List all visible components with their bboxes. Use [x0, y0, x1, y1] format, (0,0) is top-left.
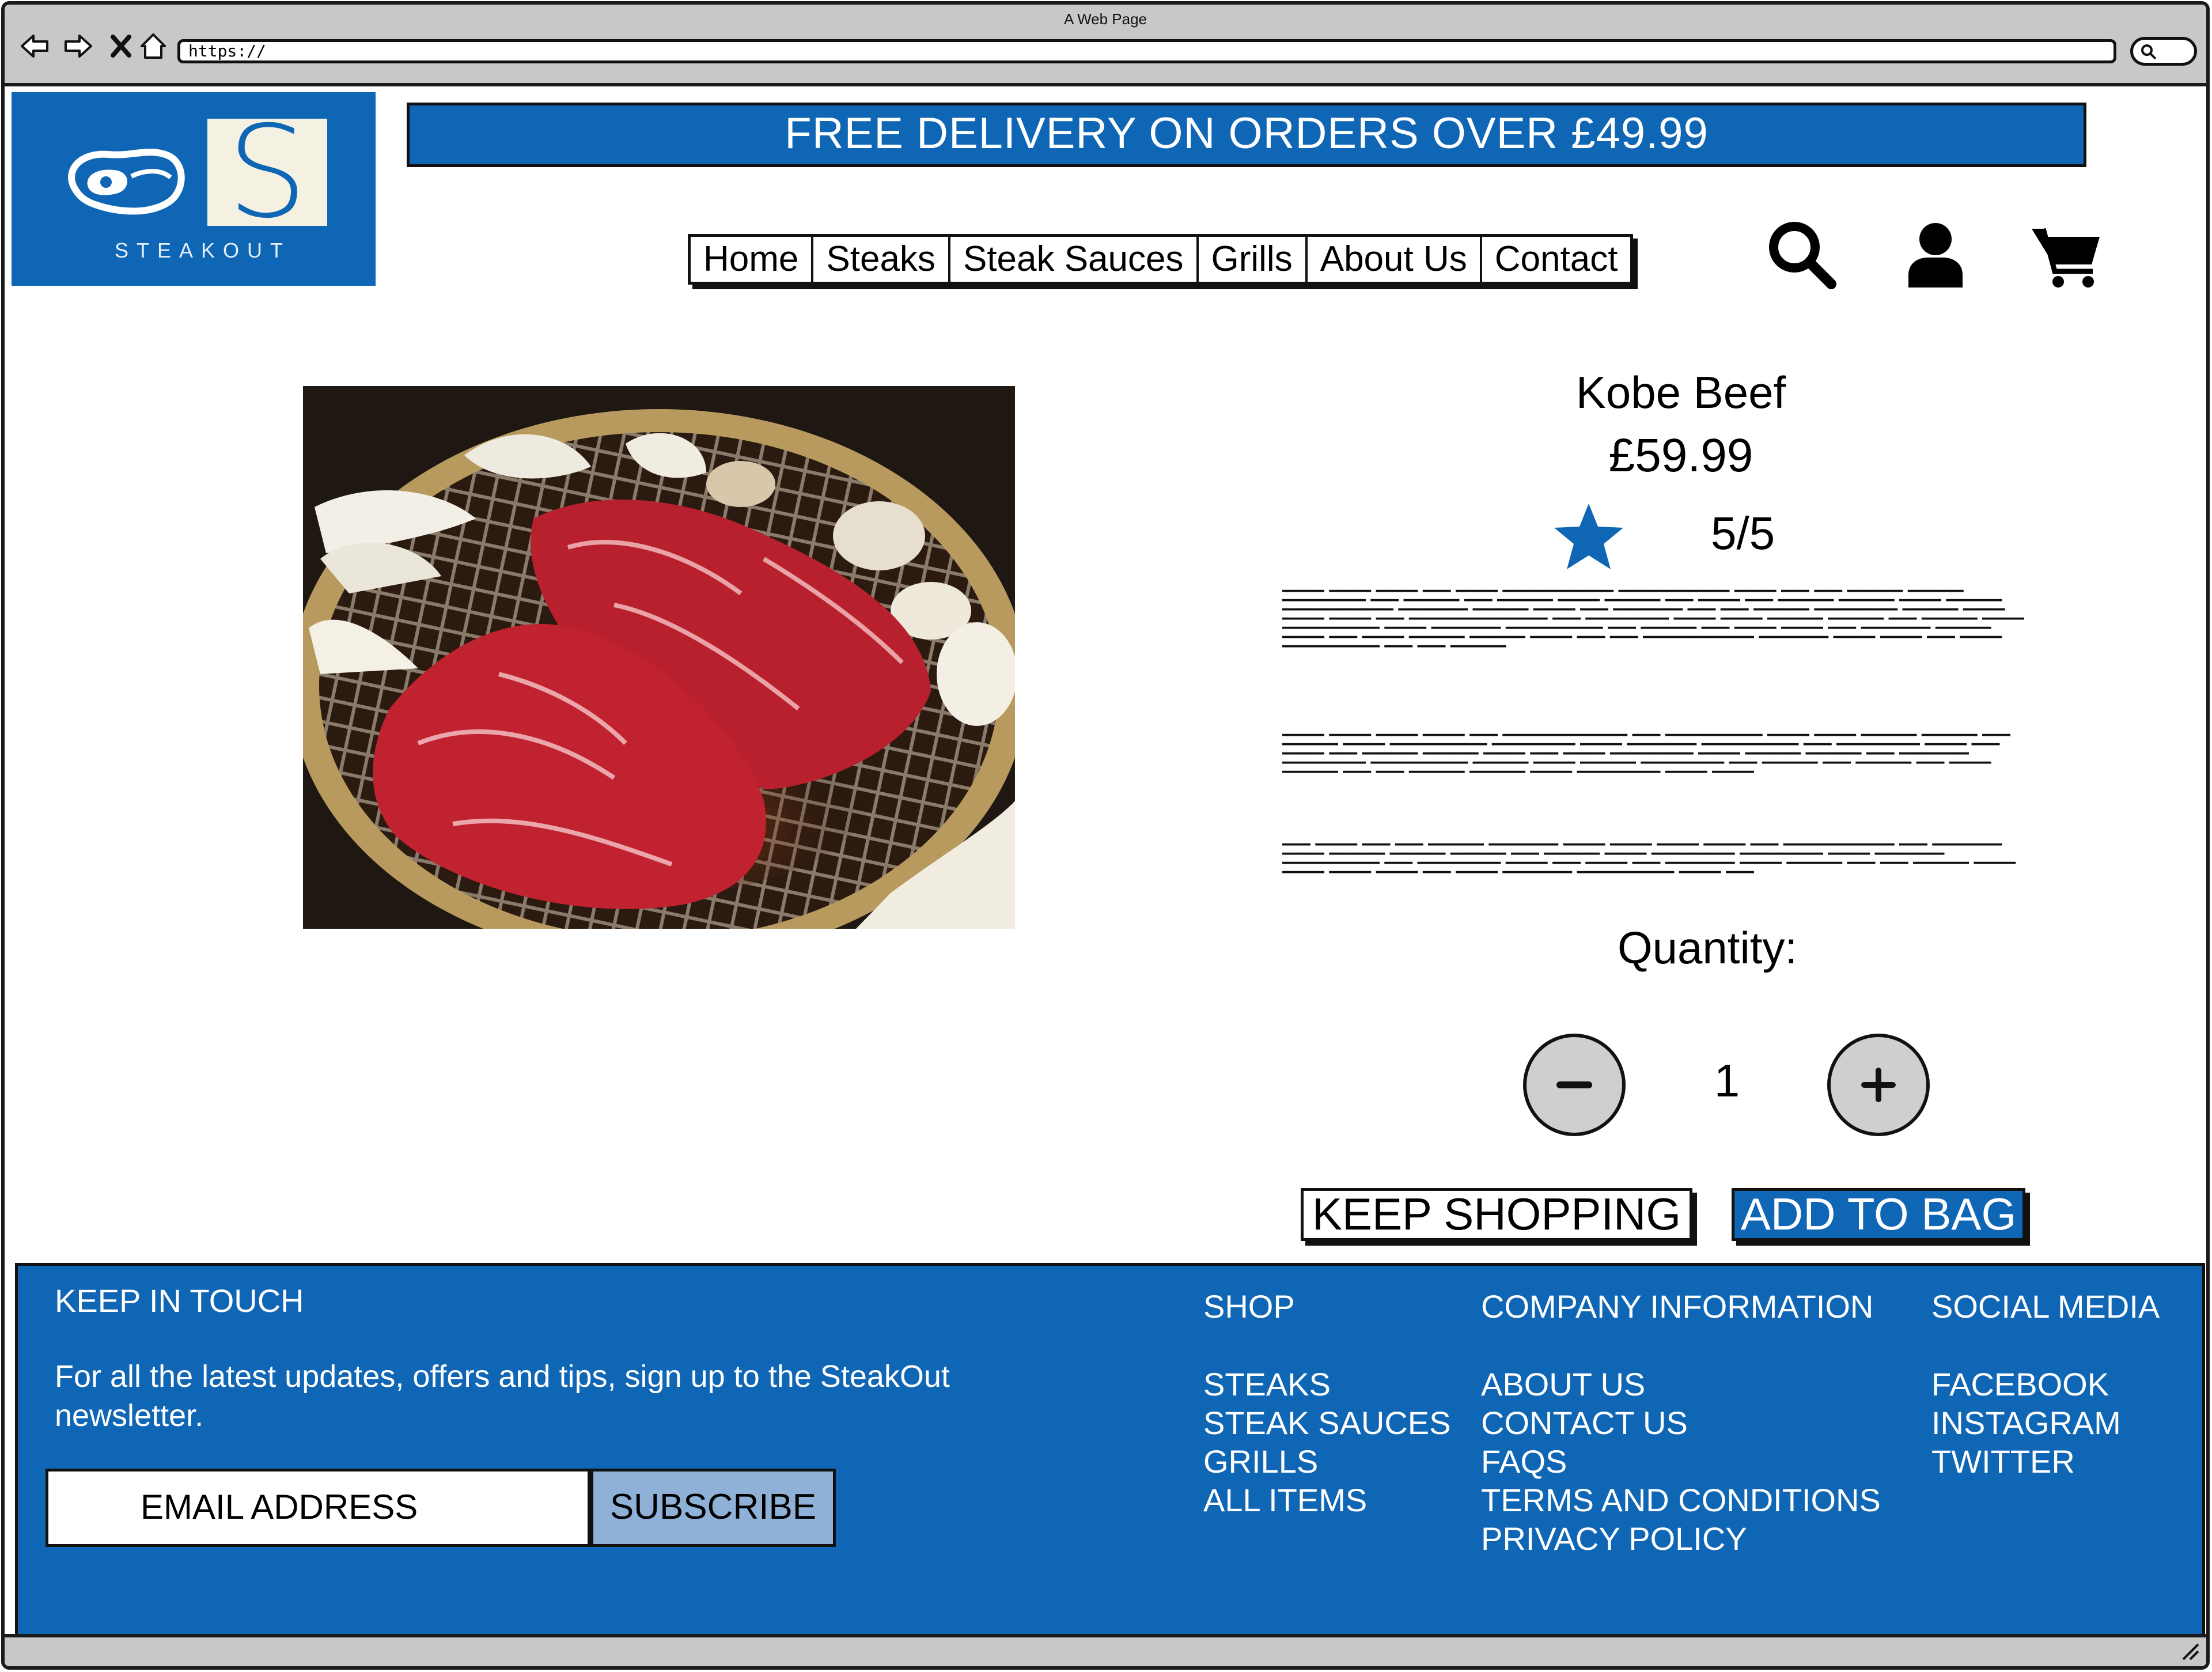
quantity-decrease-button[interactable] [1523, 1034, 1626, 1136]
user-icon[interactable] [1895, 215, 1976, 294]
footer-newsletter-text: For all the latest updates, offers and t… [55, 1359, 950, 1433]
description-paragraph: ▬▬▬ ▬▬▬ ▬▬▬ ▬▬ ▬▬▬ ▬▬▬▬▬▬▬▬ ▬▬▬▬▬▬▬▬ ▬▬▬… [1282, 585, 2029, 695]
nav-item-steaks[interactable]: Steaks [813, 237, 950, 282]
stop-icon[interactable] [105, 30, 137, 62]
email-field[interactable]: EMAIL ADDRESS [46, 1469, 590, 1547]
window-title: A Web Page [1063, 10, 1147, 28]
footer-link-terms[interactable]: TERMS AND CONDITIONS [1481, 1481, 1881, 1519]
browser-window: A Web Page https:// S STEAKOUT FREE DELI… [1, 1, 2210, 1670]
description-paragraph-text: ▬▬▬ ▬▬▬ ▬▬▬ ▬▬ ▬▬▬ ▬▬▬▬▬▬▬▬ ▬▬▬▬▬▬▬▬ ▬▬▬… [1282, 586, 2024, 649]
footer-link-instagram[interactable]: INSTAGRAM [1931, 1404, 2121, 1442]
home-icon[interactable] [137, 30, 169, 62]
back-icon[interactable] [18, 30, 51, 62]
quantity-label: Quantity: [1618, 922, 1798, 973]
plus-icon [1861, 1068, 1896, 1102]
browser-status-bar [5, 1634, 2206, 1666]
subscribe-button[interactable]: SUBSCRIBE [590, 1469, 836, 1547]
star-icon [1552, 501, 1626, 573]
description-paragraph: ▬▬ ▬▬▬ ▬▬ ▬▬ ▬▬▬▬ ▬▬▬▬▬ ▬▬▬ ▬▬▬ ▬▬▬ ▬▬▬ … [1282, 839, 2029, 917]
nav-item-home[interactable]: Home [691, 237, 814, 282]
add-to-bag-button[interactable]: ADD TO BAG [1732, 1188, 2025, 1241]
nav-item-contact[interactable]: Contact [1482, 237, 1631, 282]
quantity-increase-button[interactable] [1827, 1034, 1930, 1136]
nav-item-grills[interactable]: Grills [1199, 237, 1308, 282]
logo-wordmark: STEAKOUT [114, 239, 291, 262]
magnifier-icon [2141, 44, 2157, 60]
footer-link-contact-us[interactable]: CONTACT US [1481, 1404, 1881, 1442]
logo-letter: S [207, 109, 327, 236]
footer-link-grills[interactable]: GRILLS [1203, 1442, 1450, 1481]
steak-icon [68, 149, 185, 215]
search-icon[interactable] [1762, 215, 1842, 294]
product-name: Kobe Beef [1575, 367, 1786, 418]
footer-company-heading: COMPANY INFORMATION [1481, 1288, 1874, 1325]
description-paragraph-text: ▬▬ ▬▬▬ ▬▬ ▬▬ ▬▬▬▬ ▬▬▬▬▬ ▬▬▬ ▬▬▬ ▬▬▬ ▬▬▬ … [1282, 839, 2016, 875]
footer-keep-in-touch-heading: KEEP IN TOUCH [55, 1283, 304, 1319]
nav-item-steak-sauces[interactable]: Steak Sauces [950, 237, 1199, 282]
promo-banner: FREE DELIVERY ON ORDERS OVER £49.99 [407, 103, 2086, 167]
browser-search-box[interactable] [2130, 37, 2197, 66]
footer-link-all-items[interactable]: ALL ITEMS [1203, 1481, 1450, 1519]
footer-company-links: ABOUT US CONTACT US FAQS TERMS AND CONDI… [1481, 1365, 1881, 1558]
footer-link-faqs[interactable]: FAQS [1481, 1442, 1881, 1481]
footer-link-facebook[interactable]: FACEBOOK [1931, 1365, 2121, 1404]
cart-icon[interactable] [2025, 215, 2106, 294]
footer-shop-links: STEAKS STEAK SAUCES GRILLS ALL ITEMS [1203, 1365, 1450, 1519]
product-image [303, 386, 1015, 929]
quantity-value: 1 [1714, 1055, 1740, 1106]
rating-value: 5/5 [1711, 508, 1775, 559]
nav-item-about-us[interactable]: About Us [1308, 237, 1482, 282]
site-footer: KEEP IN TOUCH For all the latest updates… [15, 1263, 2205, 1644]
resize-grip-icon[interactable] [2180, 1641, 2200, 1662]
footer-link-about-us[interactable]: ABOUT US [1481, 1365, 1881, 1404]
main-nav: Home Steaks Steak Sauces Grills About Us… [688, 234, 1634, 285]
footer-link-steak-sauces[interactable]: STEAK SAUCES [1203, 1404, 1450, 1442]
footer-social-heading: SOCIAL MEDIA [1931, 1288, 2160, 1325]
footer-link-twitter[interactable]: TWITTER [1931, 1442, 2121, 1481]
footer-link-steaks[interactable]: STEAKS [1203, 1365, 1450, 1404]
forward-icon[interactable] [62, 30, 94, 62]
url-bar[interactable]: https:// [177, 39, 2116, 63]
description-paragraph-text: ▬▬▬ ▬▬▬ ▬▬▬ ▬▬▬ ▬▬ ▬▬▬▬▬▬▬▬▬ ▬▬ ▬▬▬▬▬▬▬ … [1282, 730, 2010, 775]
footer-social-links: FACEBOOK INSTAGRAM TWITTER [1931, 1365, 2121, 1481]
footer-shop-heading: SHOP [1203, 1288, 1295, 1325]
keep-shopping-button[interactable]: KEEP SHOPPING [1301, 1188, 1692, 1241]
footer-link-privacy[interactable]: PRIVACY POLICY [1481, 1519, 1881, 1558]
description-paragraph: ▬▬▬ ▬▬▬ ▬▬▬ ▬▬▬ ▬▬ ▬▬▬▬▬▬▬▬▬ ▬▬ ▬▬▬▬▬▬▬ … [1282, 729, 2029, 824]
minus-icon [1556, 1081, 1592, 1088]
browser-toolbar: A Web Page https:// [5, 5, 2206, 86]
site-logo[interactable]: S STEAKOUT [12, 92, 376, 286]
product-price: £59.99 [1608, 429, 1753, 482]
